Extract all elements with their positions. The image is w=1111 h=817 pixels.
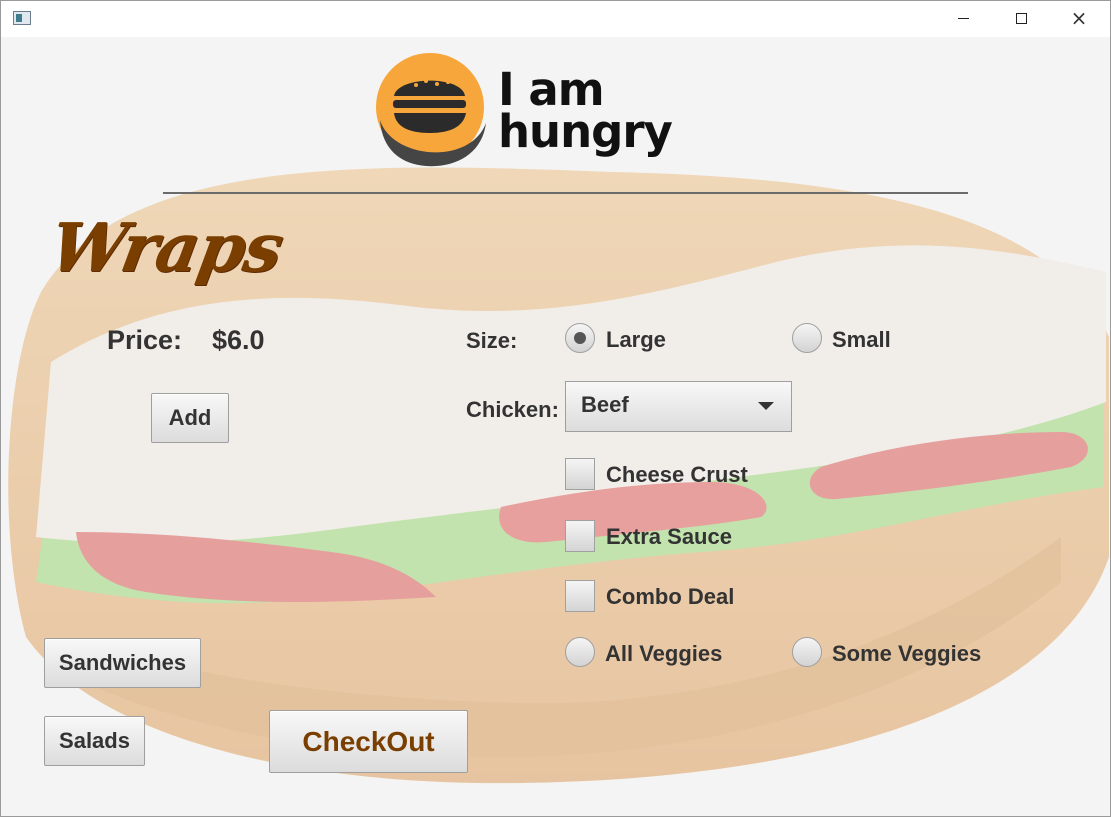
maximize-button[interactable] xyxy=(998,1,1044,35)
combo-deal-checkbox[interactable] xyxy=(565,580,595,612)
some-veggies-radio[interactable] xyxy=(792,637,822,667)
checkout-button[interactable]: CheckOut xyxy=(269,710,468,773)
size-large-radio[interactable] xyxy=(565,323,595,353)
logo-text: I am hungry xyxy=(498,67,673,158)
combo-deal-label: Combo Deal xyxy=(606,584,735,609)
burger-icon xyxy=(376,53,486,167)
wraps-order-panel: I am hungry Wraps Price: $6.0 Add Size: … xyxy=(1,37,1110,816)
minimize-icon xyxy=(957,17,969,19)
all-veggies-label: All Veggies xyxy=(605,641,723,666)
section-title-wraps: Wraps xyxy=(44,208,289,287)
application-window: × I am hungry Wraps Price: $6.0 Add Size… xyxy=(0,0,1111,817)
size-small-radio[interactable] xyxy=(792,323,822,353)
extra-sauce-label: Extra Sauce xyxy=(606,524,732,549)
price-value: $6.0 xyxy=(212,325,265,355)
sandwiches-button[interactable]: Sandwiches xyxy=(44,638,201,688)
window-titlebar: × xyxy=(1,1,1110,37)
size-label: Size: xyxy=(466,328,518,353)
maximize-icon xyxy=(1015,12,1027,24)
extra-sauce-checkbox[interactable] xyxy=(565,520,595,552)
size-small-label: Small xyxy=(832,327,891,352)
chevron-down-icon xyxy=(758,402,774,410)
logo-line-2: hungry xyxy=(498,105,673,158)
chicken-dropdown[interactable]: Beef xyxy=(565,381,792,432)
add-button[interactable]: Add xyxy=(151,393,229,443)
app-icon xyxy=(13,11,31,25)
cheese-crust-label: Cheese Crust xyxy=(606,462,748,487)
cheese-crust-checkbox[interactable] xyxy=(565,458,595,490)
header-separator xyxy=(163,192,968,194)
all-veggies-radio[interactable] xyxy=(565,637,595,667)
close-button[interactable]: × xyxy=(1056,1,1102,35)
chicken-dropdown-value: Beef xyxy=(581,392,629,417)
close-icon: × xyxy=(1070,6,1088,30)
minimize-button[interactable] xyxy=(940,1,986,35)
some-veggies-label: Some Veggies xyxy=(832,641,982,666)
salads-button[interactable]: Salads xyxy=(44,716,145,766)
i-am-hungry-logo: I am hungry xyxy=(374,51,684,171)
size-large-label: Large xyxy=(606,327,666,352)
chicken-label: Chicken: xyxy=(466,397,559,422)
price-label: Price: xyxy=(107,325,183,355)
